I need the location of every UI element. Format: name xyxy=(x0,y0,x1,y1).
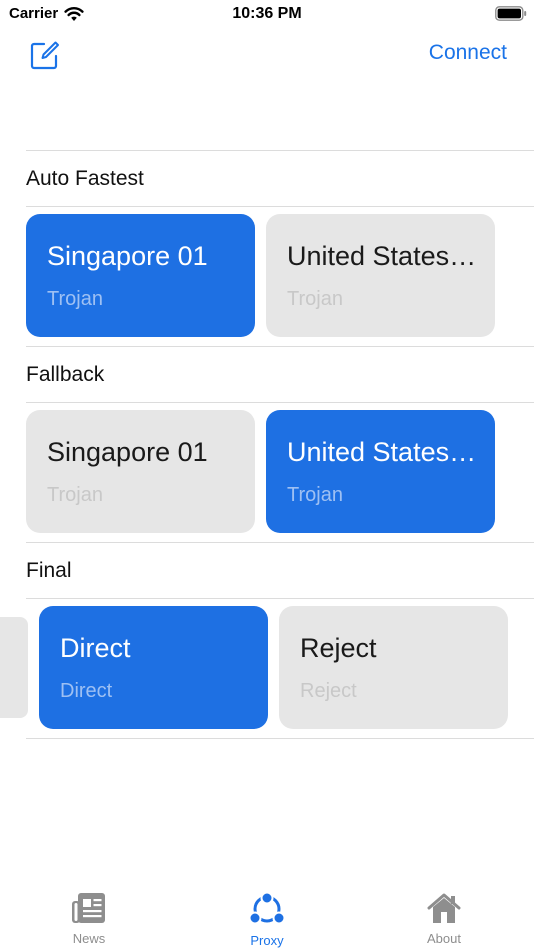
proxy-type: Trojan xyxy=(47,288,103,310)
connect-button[interactable]: Connect xyxy=(429,41,507,65)
tab-proxy[interactable]: Proxy xyxy=(227,891,307,948)
divider xyxy=(26,206,534,207)
divider xyxy=(26,346,534,347)
divider xyxy=(26,598,534,599)
proxy-type: Trojan xyxy=(287,484,343,506)
share-nodes-icon xyxy=(248,891,286,925)
proxy-card-direct[interactable]: Direct Direct xyxy=(39,606,268,729)
tab-label: Proxy xyxy=(250,933,284,948)
proxy-card-united-states[interactable]: United States… Trojan xyxy=(266,410,495,533)
tab-about[interactable]: About xyxy=(404,892,484,946)
house-icon xyxy=(427,893,461,923)
divider xyxy=(26,542,534,543)
proxy-type: Direct xyxy=(60,680,113,702)
proxy-card-singapore-01[interactable]: Singapore 01 Trojan xyxy=(26,410,255,533)
proxy-name: Singapore 01 xyxy=(47,241,208,271)
compose-icon[interactable] xyxy=(30,40,60,70)
tab-news[interactable]: News xyxy=(49,892,129,946)
proxy-name: United States… xyxy=(287,241,477,271)
proxy-type: Reject xyxy=(300,680,357,702)
divider xyxy=(26,738,534,739)
proxy-card-singapore-01[interactable]: Singapore 01 Trojan xyxy=(26,214,255,337)
newspaper-icon xyxy=(72,893,105,923)
tab-label: About xyxy=(427,931,461,946)
status-time: 10:36 PM xyxy=(232,5,302,22)
proxy-name: Reject xyxy=(300,633,377,663)
proxy-type: Trojan xyxy=(47,484,103,506)
proxy-name: United States… xyxy=(287,437,477,467)
proxy-card-united-states[interactable]: United States… Trojan xyxy=(266,214,495,337)
proxy-card-reject[interactable]: Reject Reject xyxy=(279,606,508,729)
group-title: Auto Fastest xyxy=(26,167,144,190)
proxy-name: Singapore 01 xyxy=(47,437,208,467)
tab-label: News xyxy=(72,931,106,946)
proxy-type: Trojan xyxy=(287,288,343,310)
proxy-name: Direct xyxy=(60,633,131,663)
divider xyxy=(26,150,534,151)
group-title: Fallback xyxy=(26,363,105,386)
battery-icon xyxy=(495,6,527,21)
scrolled-card-edge[interactable] xyxy=(0,617,28,718)
divider xyxy=(26,402,534,403)
group-title: Final xyxy=(26,559,72,582)
